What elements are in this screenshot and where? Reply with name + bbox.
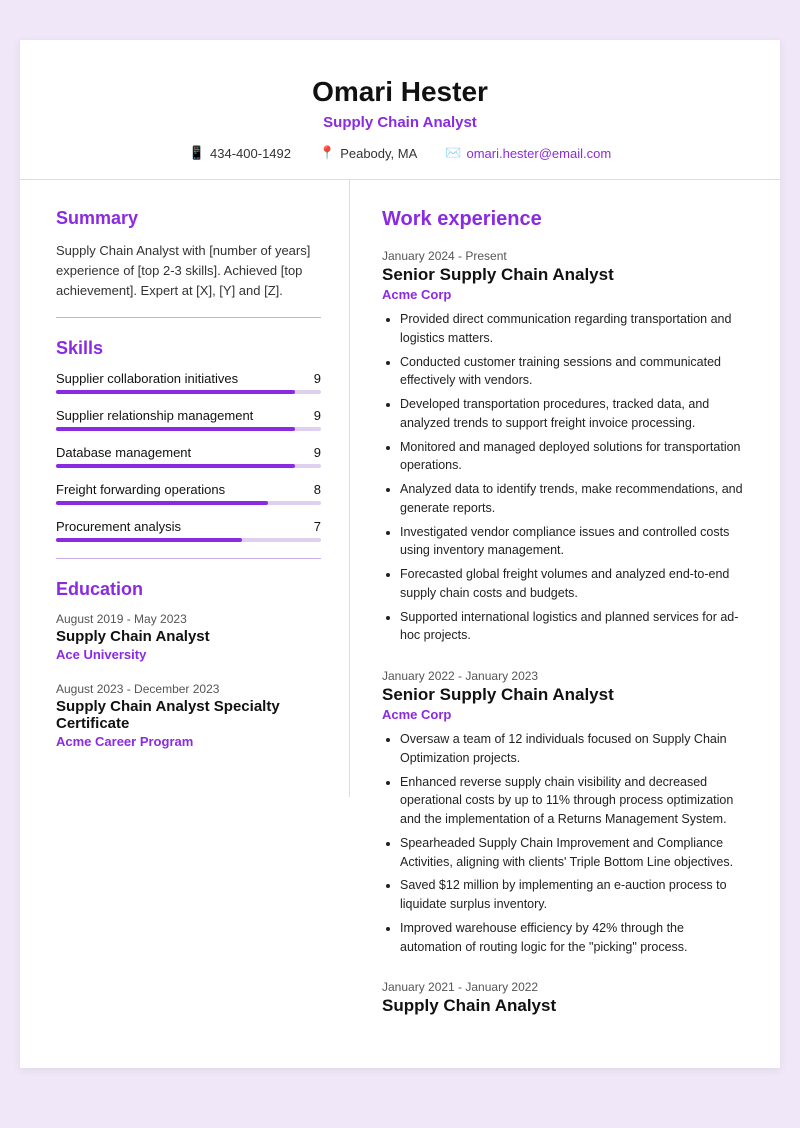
right-column: Work experience January 2024 - Present S… [350,180,780,1068]
skill-item: Freight forwarding operations 8 [56,482,321,505]
work-dates: January 2022 - January 2023 [382,669,744,683]
skill-bar-bg [56,501,321,505]
work-item: January 2021 - January 2022 Supply Chain… [382,980,744,1016]
work-bullets: Oversaw a team of 12 individuals focused… [382,730,744,956]
left-column: Summary Supply Chain Analyst with [numbe… [20,180,350,797]
work-experience-title: Work experience [382,208,744,231]
email-contact: ✉️ omari.hester@email.com [445,145,611,161]
summary-text: Supply Chain Analyst with [number of yea… [56,241,321,301]
edu-institution: Acme Career Program [56,734,321,749]
skills-section: Skills Supplier collaboration initiative… [56,338,321,559]
edu-degree: Supply Chain Analyst [56,628,321,645]
resume-header: Omari Hester Supply Chain Analyst 📱 434-… [20,40,780,180]
work-bullet: Improved warehouse efficiency by 42% thr… [400,919,744,957]
skills-list: Supplier collaboration initiatives 9 Sup… [56,371,321,542]
skill-name: Procurement analysis [56,519,181,534]
work-item: January 2024 - Present Senior Supply Cha… [382,249,744,645]
skill-item: Supplier relationship management 9 [56,408,321,431]
work-bullet: Provided direct communication regarding … [400,310,744,348]
work-company: Acme Corp [382,287,744,302]
education-section: Education August 2019 - May 2023 Supply … [56,579,321,749]
skills-title: Skills [56,338,321,359]
work-bullet: Developed transportation procedures, tra… [400,395,744,433]
skill-bar-fill [56,390,295,394]
education-item: August 2023 - December 2023 Supply Chain… [56,682,321,749]
work-bullet: Enhanced reverse supply chain visibility… [400,773,744,829]
candidate-name: Omari Hester [60,76,740,108]
skill-score: 8 [314,482,321,497]
work-bullet: Saved $12 million by implementing an e-a… [400,876,744,914]
summary-section: Summary Supply Chain Analyst with [numbe… [56,208,321,318]
work-bullet: Spearheaded Supply Chain Improvement and… [400,834,744,872]
work-experience-list: January 2024 - Present Senior Supply Cha… [382,249,744,1016]
skill-score: 9 [314,408,321,423]
work-bullet: Supported international logistics and pl… [400,608,744,646]
phone-value: 434-400-1492 [210,146,291,161]
edu-dates: August 2019 - May 2023 [56,612,321,626]
work-bullet: Conducted customer training sessions and… [400,353,744,391]
summary-title: Summary [56,208,321,229]
resume-body: Summary Supply Chain Analyst with [numbe… [20,180,780,1068]
skill-name: Freight forwarding operations [56,482,225,497]
summary-divider [56,317,321,318]
edu-degree: Supply Chain Analyst Specialty Certifica… [56,698,321,732]
skill-score: 9 [314,371,321,386]
work-dates: January 2024 - Present [382,249,744,263]
skill-name: Supplier collaboration initiatives [56,371,238,386]
work-bullet: Oversaw a team of 12 individuals focused… [400,730,744,768]
candidate-title: Supply Chain Analyst [60,114,740,131]
skill-name: Database management [56,445,191,460]
skill-bar-fill [56,501,268,505]
skill-bar-fill [56,427,295,431]
work-title: Senior Supply Chain Analyst [382,685,744,705]
work-dates: January 2021 - January 2022 [382,980,744,994]
education-title: Education [56,579,321,600]
location-contact: 📍 Peabody, MA [319,145,417,161]
work-company: Acme Corp [382,707,744,722]
skill-item: Procurement analysis 7 [56,519,321,542]
skill-bar-bg [56,464,321,468]
edu-dates: August 2023 - December 2023 [56,682,321,696]
work-bullet: Analyzed data to identify trends, make r… [400,480,744,518]
education-list: August 2019 - May 2023 Supply Chain Anal… [56,612,321,749]
email-icon: ✉️ [445,145,461,161]
work-bullet: Monitored and managed deployed solutions… [400,438,744,476]
skill-bar-bg [56,390,321,394]
location-value: Peabody, MA [340,146,417,161]
skill-bar-bg [56,427,321,431]
skill-item: Database management 9 [56,445,321,468]
edu-institution: Ace University [56,647,321,662]
skill-score: 7 [314,519,321,534]
page-wrapper: Omari Hester Supply Chain Analyst 📱 434-… [0,0,800,1128]
work-bullet: Forecasted global freight volumes and an… [400,565,744,603]
contact-row: 📱 434-400-1492 📍 Peabody, MA ✉️ omari.he… [60,145,740,161]
skill-bar-fill [56,464,295,468]
work-bullets: Provided direct communication regarding … [382,310,744,645]
skill-bar-bg [56,538,321,542]
phone-icon: 📱 [189,145,205,161]
skill-score: 9 [314,445,321,460]
email-value: omari.hester@email.com [466,146,611,161]
skill-bar-fill [56,538,242,542]
skill-item: Supplier collaboration initiatives 9 [56,371,321,394]
work-title: Senior Supply Chain Analyst [382,265,744,285]
education-item: August 2019 - May 2023 Supply Chain Anal… [56,612,321,662]
skills-divider [56,558,321,559]
resume-document: Omari Hester Supply Chain Analyst 📱 434-… [20,40,780,1068]
skill-name: Supplier relationship management [56,408,253,423]
work-item: January 2022 - January 2023 Senior Suppl… [382,669,744,956]
work-title: Supply Chain Analyst [382,996,744,1016]
location-icon: 📍 [319,145,335,161]
work-bullet: Investigated vendor compliance issues an… [400,523,744,561]
phone-contact: 📱 434-400-1492 [189,145,291,161]
